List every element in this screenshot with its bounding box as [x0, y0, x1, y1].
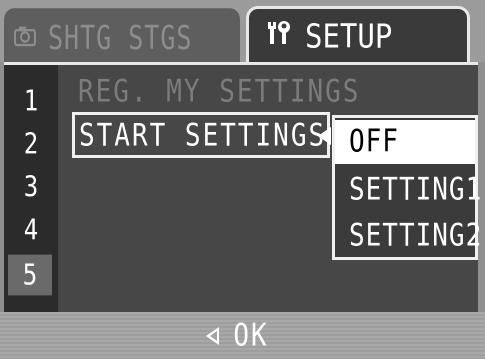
tab-shooting-settings[interactable]: SHTG STGS [4, 8, 240, 66]
tools-icon [267, 19, 293, 53]
page-number-column: 1 2 3 4 5 [4, 65, 58, 312]
ok-hint: OK [233, 317, 269, 354]
page-number-1[interactable]: 1 [4, 84, 58, 118]
left-arrow-icon [318, 127, 331, 145]
left-arrow-icon [206, 326, 220, 345]
tab-shooting-settings-label: SHTG STGS [48, 17, 193, 57]
footer-hint-bar: OK [0, 312, 485, 359]
menu-item-start-settings[interactable]: START SETTINGS [72, 112, 330, 158]
menu-item-reg-my-settings: REG. MY SETTINGS [78, 74, 361, 110]
option-setting1[interactable]: SETTING1 [335, 168, 481, 212]
page-number-3[interactable]: 3 [4, 170, 58, 204]
page-number-4[interactable]: 4 [4, 213, 58, 247]
menu-item-start-settings-label: START SETTINGS [79, 118, 327, 154]
tab-setup-label: SETUP [305, 15, 393, 56]
option-setting2[interactable]: SETTING2 [335, 214, 481, 258]
page-number-5[interactable]: 5 [8, 254, 52, 296]
page-number-2[interactable]: 2 [4, 127, 58, 161]
start-settings-dropdown[interactable]: OFF SETTING1 SETTING2 [332, 115, 481, 260]
camera-icon [14, 20, 36, 53]
option-off[interactable]: OFF [335, 120, 475, 164]
tab-setup[interactable]: SETUP [246, 6, 470, 62]
